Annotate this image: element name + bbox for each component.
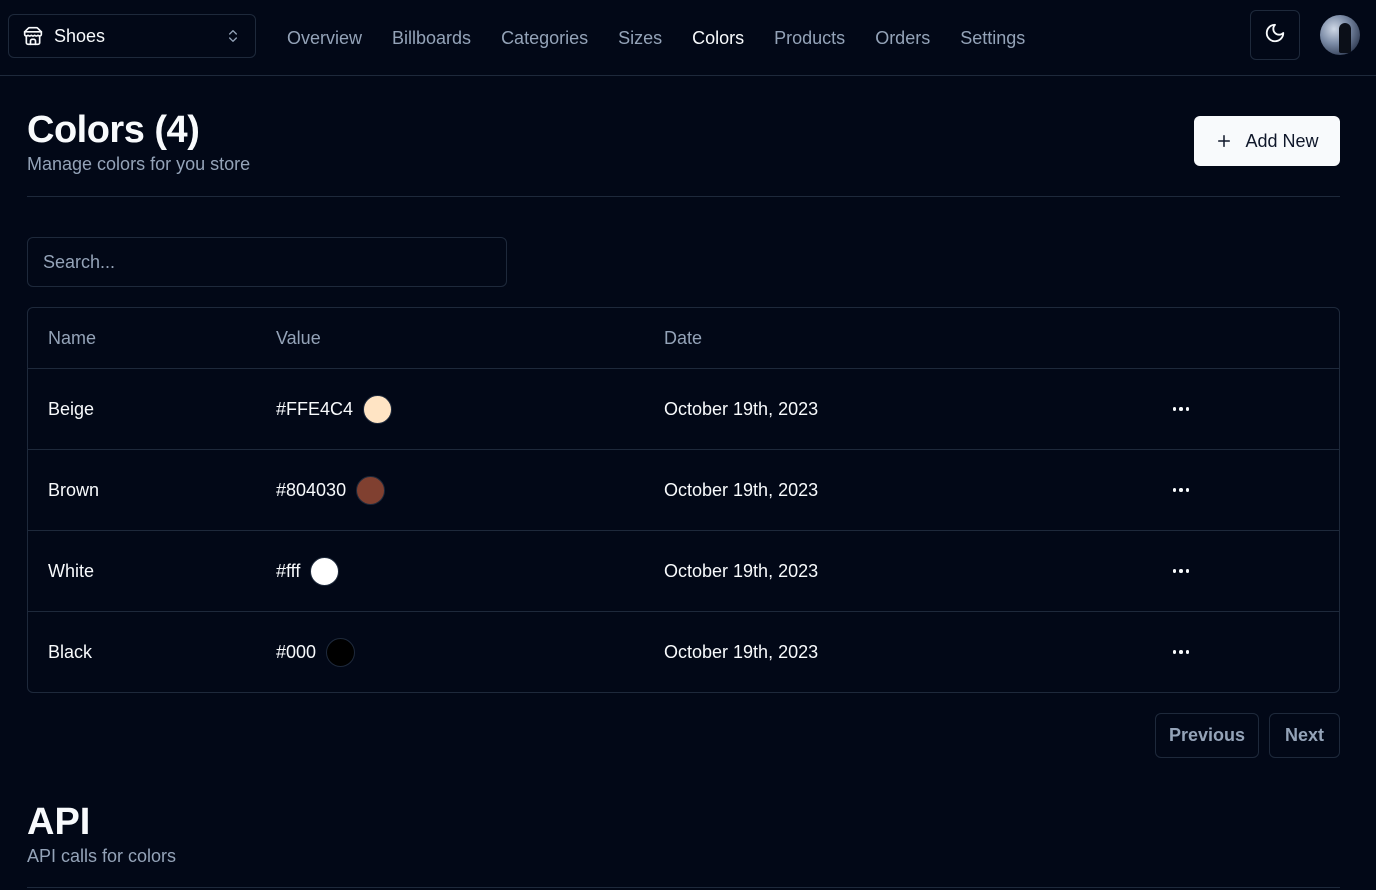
nav-overview[interactable]: Overview xyxy=(287,28,362,49)
table-row: White #fff October 19th, 2023 xyxy=(28,531,1339,612)
api-title: API xyxy=(27,801,91,843)
next-page-button[interactable]: Next xyxy=(1269,713,1340,758)
color-date: October 19th, 2023 xyxy=(664,398,819,419)
divider xyxy=(27,196,1340,197)
color-value-cell: #fff xyxy=(276,531,340,611)
nav-sizes[interactable]: Sizes xyxy=(618,28,662,49)
row-actions-button[interactable] xyxy=(1166,369,1196,449)
color-value: #804030 xyxy=(276,479,347,500)
theme-toggle-button[interactable] xyxy=(1250,10,1300,60)
color-value: #fff xyxy=(276,560,301,581)
store-icon xyxy=(23,26,43,46)
color-value-cell: #804030 xyxy=(276,450,386,530)
color-date: October 19th, 2023 xyxy=(664,560,819,581)
table-row: Brown #804030 October 19th, 2023 xyxy=(28,450,1339,531)
color-name: Brown xyxy=(48,479,100,500)
nav-billboards[interactable]: Billboards xyxy=(392,28,471,49)
moon-icon xyxy=(1264,22,1286,49)
color-swatch xyxy=(363,394,393,424)
search-input[interactable] xyxy=(27,237,507,287)
color-name: Beige xyxy=(48,398,95,419)
page-title: Colors (4) xyxy=(27,109,200,151)
chevrons-up-down-icon xyxy=(225,27,241,45)
color-value-cell: #FFE4C4 xyxy=(276,369,393,449)
column-header-date[interactable]: Date xyxy=(664,308,702,369)
more-horizontal-icon xyxy=(1172,569,1190,573)
color-date: October 19th, 2023 xyxy=(664,479,819,500)
column-header-value[interactable]: Value xyxy=(276,308,321,369)
color-value: #FFE4C4 xyxy=(276,398,354,419)
api-section-header: API API calls for colors xyxy=(27,800,176,867)
color-name: Black xyxy=(48,641,93,662)
more-horizontal-icon xyxy=(1172,407,1190,411)
divider xyxy=(27,887,1340,888)
nav-orders[interactable]: Orders xyxy=(875,28,930,49)
color-date: October 19th, 2023 xyxy=(664,641,819,662)
store-switcher[interactable]: Shoes xyxy=(8,14,256,58)
main-nav: Overview Billboards Categories Sizes Col… xyxy=(287,0,1055,76)
color-value-cell: #000 xyxy=(276,612,356,692)
user-avatar[interactable] xyxy=(1320,15,1360,55)
nav-categories[interactable]: Categories xyxy=(501,28,588,49)
api-description: API calls for colors xyxy=(27,846,177,866)
nav-products[interactable]: Products xyxy=(774,28,845,49)
nav-colors[interactable]: Colors xyxy=(692,28,744,49)
add-new-label: Add New xyxy=(1245,130,1319,151)
row-actions-button[interactable] xyxy=(1166,450,1196,530)
store-name: Shoes xyxy=(54,25,106,46)
more-horizontal-icon xyxy=(1172,488,1190,492)
table-row: Black #000 October 19th, 2023 xyxy=(28,612,1339,692)
color-swatch xyxy=(326,637,356,667)
color-name: White xyxy=(48,560,95,581)
add-new-button[interactable]: Add New xyxy=(1194,116,1340,166)
avatar-silhouette xyxy=(1339,23,1351,53)
column-header-name[interactable]: Name xyxy=(48,308,96,369)
color-value: #000 xyxy=(276,641,317,662)
colors-table: Name Value Date Beige #FFE4C4 October 19… xyxy=(27,307,1340,693)
row-actions-button[interactable] xyxy=(1166,612,1196,692)
page-header: Colors (4) Manage colors for you store xyxy=(27,108,250,175)
color-swatch xyxy=(356,475,386,505)
table-row: Beige #FFE4C4 October 19th, 2023 xyxy=(28,369,1339,450)
row-actions-button[interactable] xyxy=(1166,531,1196,611)
table-header: Name Value Date xyxy=(28,308,1339,369)
previous-page-button[interactable]: Previous xyxy=(1155,713,1259,758)
nav-settings[interactable]: Settings xyxy=(960,28,1025,49)
top-navbar: Shoes Overview Billboards Categories Siz… xyxy=(0,0,1376,76)
page-description: Manage colors for you store xyxy=(27,154,251,174)
plus-icon xyxy=(1215,132,1233,150)
color-swatch xyxy=(310,556,340,586)
more-horizontal-icon xyxy=(1172,650,1190,654)
